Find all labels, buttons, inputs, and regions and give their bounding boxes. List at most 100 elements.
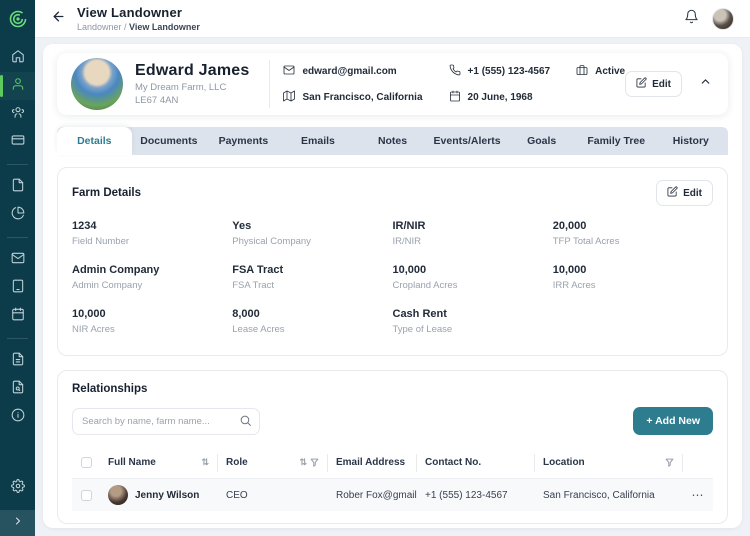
add-new-button[interactable]: + Add New bbox=[633, 407, 713, 435]
tab-notes[interactable]: Notes bbox=[355, 127, 430, 155]
sidebar-divider bbox=[7, 338, 28, 339]
farm-field: 10,000IRR Acres bbox=[553, 264, 713, 291]
sidebar-nav bbox=[0, 38, 35, 474]
main-area: View Landowner Landowner / View Landowne… bbox=[35, 0, 750, 536]
sort-icon[interactable]: ⇅ bbox=[299, 457, 307, 468]
sidebar-item-devices[interactable] bbox=[0, 274, 35, 302]
sidebar-item-groups[interactable] bbox=[0, 100, 35, 128]
sidebar-item-emails[interactable] bbox=[0, 246, 35, 274]
tab-history[interactable]: History bbox=[654, 127, 729, 155]
sidebar-expand-button[interactable] bbox=[0, 510, 35, 536]
tab-emails[interactable]: Emails bbox=[281, 127, 356, 155]
sidebar-item-settings[interactable] bbox=[0, 474, 35, 502]
row-actions-menu[interactable]: ⋯ bbox=[683, 488, 713, 502]
tab-events-alerts[interactable]: Events/Alerts bbox=[430, 127, 505, 155]
farm-field: 10,000NIR Acres bbox=[72, 308, 232, 335]
relationships-table: Full Name ⇅ Role ⇅ Email Address bbox=[72, 447, 713, 511]
cell-full-name: Jenny Wilson bbox=[100, 485, 218, 505]
relationships-search-input[interactable] bbox=[72, 408, 260, 435]
page-title: View Landowner bbox=[77, 5, 200, 20]
tab-family-tree[interactable]: Family Tree bbox=[579, 127, 654, 155]
phone-field: +1 (555) 123-4567 bbox=[449, 64, 551, 79]
file-text-icon bbox=[11, 352, 25, 371]
farm-field: IR/NIRIR/NIR bbox=[393, 220, 553, 247]
select-all-checkbox[interactable] bbox=[81, 457, 92, 468]
farm-field: YesPhysical Company bbox=[232, 220, 392, 247]
collapse-profile-button[interactable] bbox=[696, 75, 714, 93]
user-avatar[interactable] bbox=[712, 8, 734, 30]
landowner-postcode: LE67 4AN bbox=[135, 95, 255, 106]
filter-icon[interactable] bbox=[310, 458, 319, 467]
location-field: San Francisco, California bbox=[283, 90, 422, 105]
detail-tabs: Details Documents Payments Emails Notes … bbox=[57, 127, 728, 155]
farm-field: 8,000Lease Acres bbox=[232, 308, 392, 335]
tab-payments[interactable]: Payments bbox=[206, 127, 281, 155]
envelope-icon bbox=[283, 64, 295, 79]
sidebar-item-landowners[interactable] bbox=[0, 72, 35, 100]
sort-icon[interactable]: ⇅ bbox=[201, 457, 209, 468]
edit-pencil-icon bbox=[636, 77, 647, 91]
farm-details-edit-button[interactable]: Edit bbox=[656, 180, 713, 206]
app-root: View Landowner Landowner / View Landowne… bbox=[0, 0, 750, 536]
farm-field: Admin CompanyAdmin Company bbox=[72, 264, 232, 291]
breadcrumb: Landowner / View Landowner bbox=[77, 22, 200, 32]
cell-role: CEO bbox=[218, 490, 328, 501]
column-header-role[interactable]: Role ⇅ bbox=[218, 454, 328, 472]
cell-location: San Francisco, California bbox=[535, 490, 683, 501]
page-content: Edward James My Dream Farm, LLC LE67 4AN… bbox=[35, 38, 750, 536]
sidebar-item-reports[interactable] bbox=[0, 201, 35, 229]
map-icon bbox=[283, 90, 295, 105]
credit-card-icon bbox=[11, 133, 25, 152]
notifications-button[interactable] bbox=[682, 10, 700, 28]
status-badge: Active bbox=[576, 64, 625, 79]
sidebar-item-files[interactable] bbox=[0, 347, 35, 375]
table-row[interactable]: Jenny Wilson CEO Rober Fox@gmail.com +1 … bbox=[72, 479, 713, 511]
landowner-company: My Dream Farm, LLC bbox=[135, 82, 255, 93]
filter-icon[interactable] bbox=[665, 458, 674, 467]
row-checkbox[interactable] bbox=[81, 490, 92, 501]
tab-goals[interactable]: Goals bbox=[504, 127, 579, 155]
calendar-icon bbox=[449, 90, 461, 105]
sidebar-item-payments[interactable] bbox=[0, 128, 35, 156]
chevron-up-icon bbox=[699, 75, 712, 93]
row-avatar bbox=[108, 485, 128, 505]
sidebar-item-calendar[interactable] bbox=[0, 302, 35, 330]
sidebar-item-home[interactable] bbox=[0, 44, 35, 72]
calendar-icon bbox=[11, 307, 25, 326]
chevron-right-icon bbox=[12, 514, 24, 532]
tab-documents[interactable]: Documents bbox=[132, 127, 207, 155]
column-header-email[interactable]: Email Address bbox=[328, 454, 417, 472]
tab-details[interactable]: Details bbox=[57, 127, 132, 155]
sidebar-item-documents[interactable] bbox=[0, 173, 35, 201]
back-button[interactable] bbox=[49, 10, 67, 28]
relationships-card: Relationships + Add New Full Name bbox=[57, 370, 728, 524]
column-header-location[interactable]: Location bbox=[535, 454, 683, 472]
sidebar bbox=[0, 0, 35, 536]
sidebar-item-help[interactable] bbox=[0, 403, 35, 431]
birth-date-field: 20 June, 1968 bbox=[449, 90, 551, 105]
profile-edit-button[interactable]: Edit bbox=[625, 71, 682, 97]
app-logo-icon[interactable] bbox=[0, 0, 35, 38]
sidebar-item-file-search[interactable] bbox=[0, 375, 35, 403]
breadcrumb-parent[interactable]: Landowner / bbox=[77, 22, 129, 32]
sidebar-divider bbox=[7, 237, 28, 238]
home-icon bbox=[11, 49, 25, 68]
farm-field: Cash RentType of Lease bbox=[393, 308, 553, 335]
document-icon bbox=[11, 178, 25, 197]
farm-details-grid: 1234Field Number YesPhysical Company IR/… bbox=[72, 220, 713, 343]
table-header-row: Full Name ⇅ Role ⇅ Email Address bbox=[72, 447, 713, 479]
farm-details-title: Farm Details bbox=[72, 187, 141, 199]
envelope-icon bbox=[11, 251, 25, 270]
farm-field: 1234Field Number bbox=[72, 220, 232, 247]
cell-contact: +1 (555) 123-4567 bbox=[417, 490, 535, 501]
file-search-icon bbox=[11, 380, 25, 399]
column-header-full-name[interactable]: Full Name ⇅ bbox=[100, 454, 218, 472]
column-header-contact[interactable]: Contact No. bbox=[417, 454, 535, 472]
gear-icon bbox=[11, 479, 25, 498]
breadcrumb-current: View Landowner bbox=[129, 22, 200, 32]
landowner-avatar bbox=[71, 58, 123, 110]
vertical-divider bbox=[269, 60, 270, 108]
farm-field: 10,000Cropland Acres bbox=[393, 264, 553, 291]
arrow-left-icon bbox=[51, 9, 66, 29]
farm-field: 20,000TFP Total Acres bbox=[553, 220, 713, 247]
